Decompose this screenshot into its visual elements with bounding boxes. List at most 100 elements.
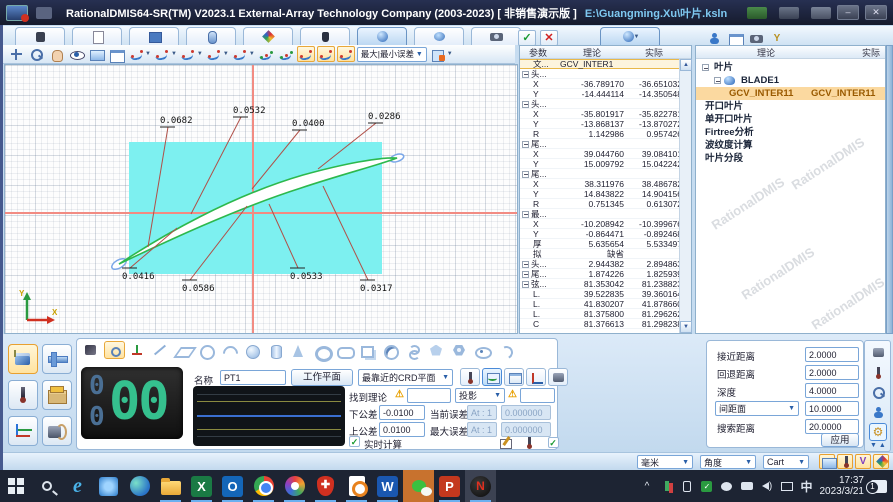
feature-name-input[interactable]	[220, 370, 286, 385]
collapse-icons[interactable]: ▼▲	[870, 442, 888, 449]
coordinate-button[interactable]	[8, 416, 38, 446]
expander-icon[interactable]	[702, 64, 709, 71]
status-flag-button[interactable]: V	[855, 454, 871, 469]
col-nominal[interactable]: 理论	[556, 46, 628, 58]
tree-person-button[interactable]	[705, 30, 723, 46]
blade-analysis-button[interactable]	[297, 46, 315, 62]
view-orient-button[interactable]	[67, 46, 85, 62]
expander-icon[interactable]	[522, 101, 529, 108]
table-row[interactable]: 尾...	[520, 169, 691, 179]
taskbar-word[interactable]: W	[372, 470, 403, 502]
taskbar-edge[interactable]	[124, 470, 155, 502]
projection-input[interactable]	[520, 388, 555, 403]
table-row[interactable]: L.39.52283539.360164	[520, 289, 691, 299]
expander-icon[interactable]	[522, 171, 529, 178]
expander-icon[interactable]	[714, 77, 721, 84]
machine-button[interactable]	[42, 416, 72, 446]
status-cad-button[interactable]	[819, 454, 835, 469]
expander-icon[interactable]	[522, 271, 529, 278]
curve-points-button[interactable]	[231, 46, 249, 62]
tree-camera-button[interactable]	[747, 30, 765, 46]
table-row[interactable]: 最...	[520, 209, 691, 219]
table-row[interactable]: 尾...1.8742261.825939	[520, 269, 691, 279]
dropdown-caret-icon[interactable]: ▼	[171, 51, 177, 57]
tray-volume-icon[interactable]: )	[760, 480, 773, 493]
expander-icon[interactable]	[522, 141, 529, 148]
torus-button[interactable]	[311, 341, 332, 359]
angle-dropdown[interactable]: 角度▼	[700, 455, 756, 469]
tree-item-波纹度计算[interactable]: 波纹度计算	[696, 139, 885, 152]
blade-section-button[interactable]	[337, 46, 355, 62]
tray-update-icon[interactable]: ✓	[700, 480, 713, 493]
ribbon-tab-0[interactable]	[15, 27, 65, 45]
probe-small-button[interactable]	[519, 433, 539, 451]
dropdown-caret-icon[interactable]: ▼	[197, 51, 203, 57]
notification-center-icon[interactable]	[871, 480, 887, 493]
tree-flag-button[interactable]: Y	[768, 30, 786, 46]
taskbar-outlook[interactable]: O	[217, 470, 248, 502]
upper-tol-input[interactable]	[379, 422, 425, 437]
taskbar-search[interactable]	[31, 470, 62, 502]
table-scrollbar[interactable]: ▲ ▼	[679, 59, 691, 333]
machine-button[interactable]	[869, 343, 887, 361]
start-button[interactable]	[0, 470, 31, 502]
close-button[interactable]: ✕	[865, 5, 887, 20]
measure-mode-button[interactable]	[8, 344, 38, 374]
ribbon-tab-6[interactable]	[357, 27, 407, 45]
point-button[interactable]	[104, 341, 125, 359]
delete-feature-button[interactable]: ✕	[540, 30, 558, 46]
table-row[interactable]: X39.04476039.084101	[520, 149, 691, 159]
image-button[interactable]	[87, 46, 105, 62]
col-actual[interactable]: 实际	[628, 46, 680, 58]
find-theory-input[interactable]	[407, 388, 451, 403]
ribbon-tab-7[interactable]	[414, 27, 464, 45]
taskbar-security[interactable]: ✚	[310, 470, 341, 502]
taskbar-excel[interactable]: X	[186, 470, 217, 502]
table-row[interactable]: Y-14.444114-14.350548	[520, 89, 691, 99]
tree-item-Firtree分析[interactable]: Firtree分析	[696, 126, 885, 139]
graph-view-button[interactable]	[482, 368, 502, 386]
curve-nominal-button[interactable]	[257, 46, 275, 62]
curve-scan-button[interactable]	[127, 46, 145, 62]
table-row[interactable]: Y15.00979215.042242	[520, 159, 691, 169]
dropdown-caret-icon[interactable]: ▼	[223, 51, 229, 57]
status-probe-button[interactable]	[837, 454, 853, 469]
tree-item-单开口叶片[interactable]: 单开口叶片	[696, 113, 885, 126]
curve-actual-button[interactable]	[277, 46, 295, 62]
taskbar-docviewer[interactable]	[341, 470, 372, 502]
table-row[interactable]: 头...	[520, 99, 691, 109]
table-row[interactable]: X38.31197638.486782	[520, 179, 691, 189]
tree-item-叶片分段[interactable]: 叶片分段	[696, 152, 885, 165]
table-row[interactable]: 头...2.9443822.894863	[520, 259, 691, 269]
apply-feature-button[interactable]: ✓	[518, 30, 536, 46]
crd-plane-dropdown[interactable]: 最靠近的CRD平面▼	[358, 369, 453, 386]
scroll-down-icon[interactable]: ▼	[680, 321, 692, 333]
axes-button[interactable]	[127, 341, 148, 359]
param-input[interactable]	[805, 347, 859, 362]
table-row[interactable]: Y14.84382214.904156	[520, 189, 691, 199]
zoom-window-button[interactable]	[27, 46, 45, 62]
gear-button[interactable]: ⚙	[869, 423, 887, 441]
apply-button[interactable]: 应用	[821, 433, 859, 447]
projection-dropdown[interactable]: 投影▼	[455, 388, 505, 403]
edit-result-button[interactable]	[495, 433, 515, 451]
table-row[interactable]: R1.1429860.957426	[520, 129, 691, 139]
probe-config-button[interactable]	[869, 403, 887, 421]
curve-fit-button[interactable]	[205, 46, 223, 62]
tab-blade-view[interactable]: ▼	[600, 27, 660, 45]
probe-button[interactable]	[8, 380, 38, 410]
expander-icon[interactable]	[522, 261, 529, 268]
table-row[interactable]: L.41.83020741.878660	[520, 299, 691, 309]
table-row[interactable]: Y-0.864471-0.892468	[520, 229, 691, 239]
tree-col-actual[interactable]: 实际	[836, 46, 884, 58]
expander-icon[interactable]	[522, 71, 529, 78]
table-row[interactable]: Y-13.868137-13.870272	[520, 119, 691, 129]
ribbon-tab-2[interactable]	[129, 27, 179, 45]
tree-scrollbar[interactable]	[886, 45, 893, 334]
cylinder-button[interactable]	[265, 341, 286, 359]
display-icon[interactable]	[779, 7, 799, 19]
taskbar-explorer[interactable]	[155, 470, 186, 502]
curve-button[interactable]	[403, 341, 424, 359]
circle-button[interactable]	[196, 341, 217, 359]
workplane-button[interactable]: 工作平面	[291, 369, 353, 386]
